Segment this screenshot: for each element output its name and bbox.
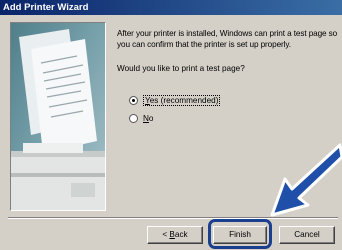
option-yes-label[interactable]: Yes (recommended) [143, 94, 221, 106]
question-text: Would you like to print a test page? [117, 64, 245, 73]
option-no[interactable]: No [129, 112, 153, 124]
window-title: Add Printer Wizard [3, 2, 89, 13]
divider [8, 217, 338, 219]
pointer-arrow-icon [270, 143, 342, 217]
back-label: ack [174, 230, 188, 239]
label-text: es (recommended) [149, 95, 219, 105]
option-yes[interactable]: Yes (recommended) [129, 94, 221, 106]
add-printer-wizard-window: Add Printer Wizard After your printer is… [0, 0, 342, 250]
printer-illustration [10, 22, 106, 211]
title-bar[interactable]: Add Printer Wizard [0, 0, 342, 15]
back-button[interactable]: < Back [147, 226, 203, 244]
radio-no[interactable] [129, 113, 138, 123]
cancel-button[interactable]: Cancel [279, 226, 335, 244]
radio-yes[interactable] [129, 95, 138, 105]
option-no-label[interactable]: No [143, 114, 153, 123]
label-text: o [148, 113, 154, 123]
finish-highlight-ring [208, 219, 272, 249]
description-text: After your printer is installed, Windows… [117, 29, 338, 49]
